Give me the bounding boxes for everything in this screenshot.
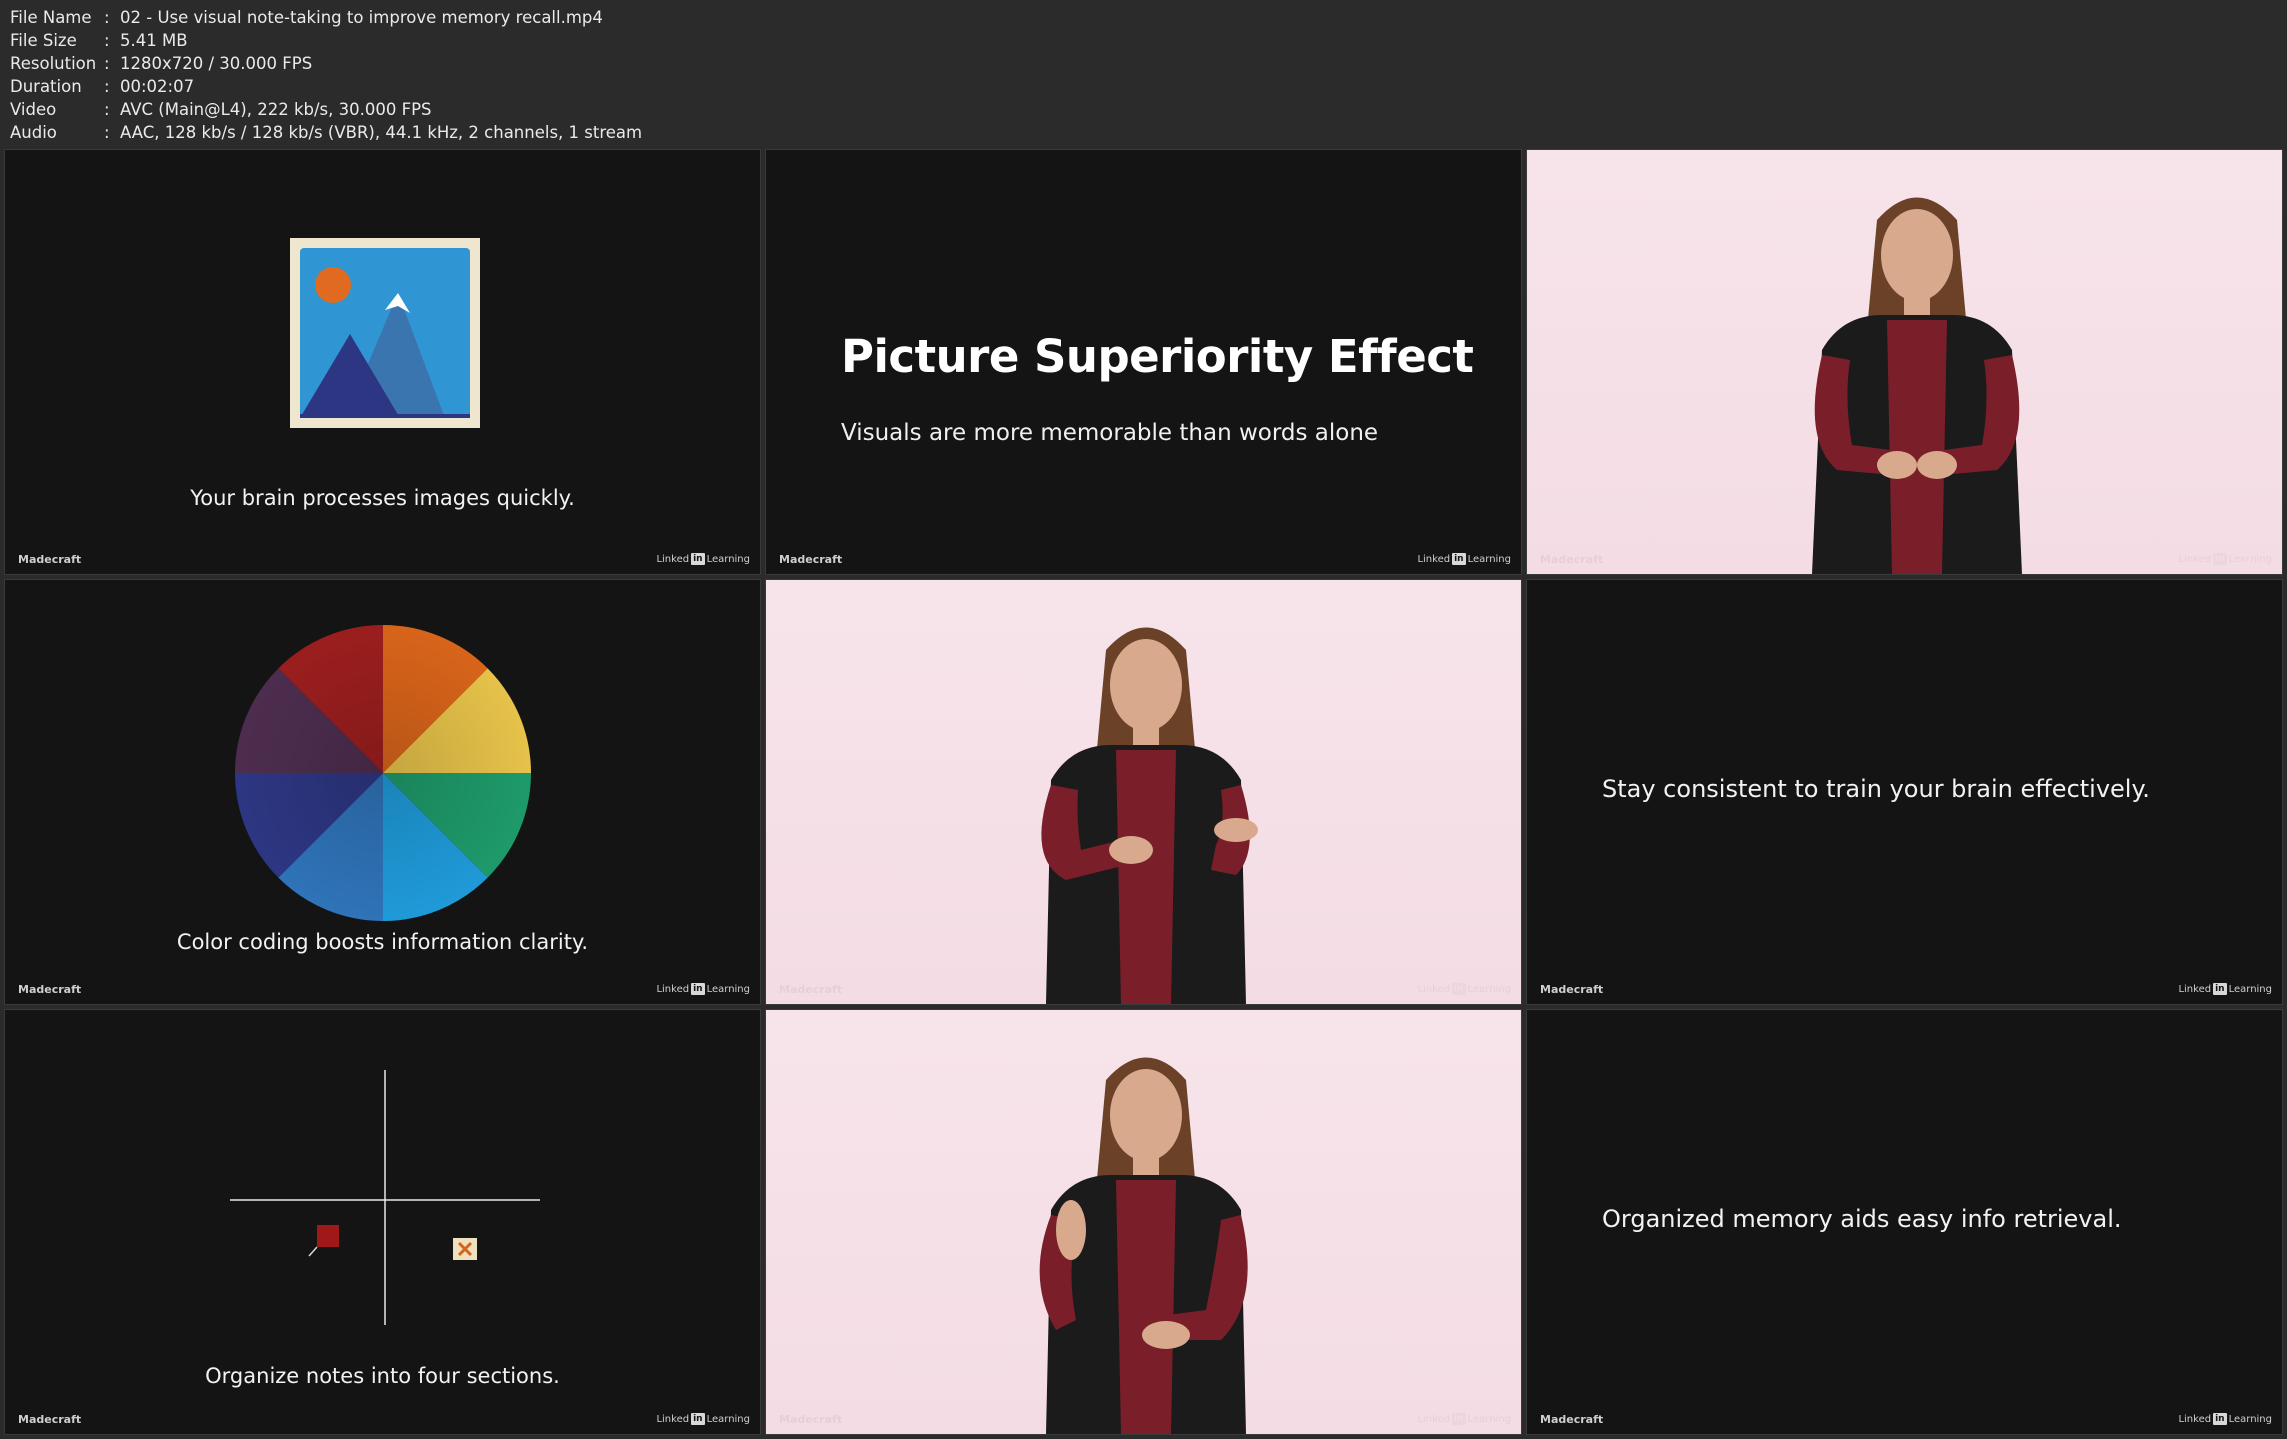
logo-in: in <box>2213 1413 2227 1425</box>
thumbnail-8[interactable]: Madecraft Linked in Learning <box>765 1009 1522 1435</box>
logo-in: in <box>2213 553 2227 565</box>
thumbnail-4[interactable]: Color coding boosts information clarity.… <box>4 579 761 1005</box>
slide-title: Picture Superiority Effect <box>841 330 1474 383</box>
logo-in: in <box>691 553 705 565</box>
madecraft-logo: Madecraft <box>779 1413 843 1426</box>
meta-row-audio: Audio : AAC, 128 kb/s / 128 kb/s (VBR), … <box>10 121 642 144</box>
logo-learning: Learning <box>2228 1413 2272 1425</box>
logo-learning: Learning <box>1467 1413 1511 1425</box>
madecraft-logo: Madecraft <box>779 553 843 566</box>
linkedin-learning-logo: Linked in Learning <box>1417 983 1511 995</box>
presenter-figure <box>1041 627 1258 1004</box>
logo-linked: Linked <box>656 1413 690 1425</box>
logo-linked: Linked <box>656 983 690 995</box>
thumbnail-7[interactable]: Organize notes into four sections. Madec… <box>4 1009 761 1435</box>
logo-learning: Learning <box>706 1413 750 1425</box>
logo-in: in <box>1452 553 1466 565</box>
logo-linked: Linked <box>2178 1413 2212 1425</box>
logo-linked: Linked <box>1417 553 1451 565</box>
logo-in: in <box>691 983 705 995</box>
thumbnail-9[interactable]: Organized memory aids easy info retrieva… <box>1526 1009 2283 1435</box>
meta-value: 5.41 MB <box>120 31 188 50</box>
madecraft-logo: Madecraft <box>1540 1413 1604 1426</box>
linkedin-learning-logo: Linked in Learning <box>1417 1413 1511 1425</box>
madecraft-logo: Madecraft <box>18 983 82 996</box>
file-info-header: File Name : 02 - Use visual note-taking … <box>10 6 642 144</box>
meta-value: AAC, 128 kb/s / 128 kb/s (VBR), 44.1 kHz… <box>120 123 643 142</box>
logo-linked: Linked <box>1417 983 1451 995</box>
madecraft-logo: Madecraft <box>18 553 82 566</box>
caption: Color coding boosts information clarity. <box>176 930 589 954</box>
logo-learning: Learning <box>2228 983 2272 995</box>
presenter-figure <box>1039 1057 1248 1434</box>
meta-key: Resolution <box>10 54 97 73</box>
madecraft-logo: Madecraft <box>1540 983 1604 996</box>
madecraft-logo: Madecraft <box>779 983 843 996</box>
logo-learning: Learning <box>1467 553 1511 565</box>
logo-in: in <box>1452 983 1466 995</box>
color-wheel-icon <box>235 625 531 921</box>
caption: Stay consistent to train your brain effe… <box>1602 775 2150 803</box>
meta-key: File Name <box>10 8 92 27</box>
madecraft-logo: Madecraft <box>1540 553 1604 566</box>
linkedin-learning-logo: Linked in Learning <box>656 983 750 995</box>
presenter-figure <box>1812 197 2022 574</box>
meta-key: Duration <box>10 77 82 96</box>
caption: Organized memory aids easy info retrieva… <box>1602 1205 2122 1233</box>
meta-separator: : <box>104 100 110 119</box>
madecraft-logo: Madecraft <box>18 1413 82 1426</box>
logo-learning: Learning <box>1467 983 1511 995</box>
logo-learning: Learning <box>2228 553 2272 565</box>
meta-key: File Size <box>10 31 77 50</box>
linkedin-learning-logo: Linked in Learning <box>2178 553 2272 565</box>
meta-row-duration: Duration : 00:02:07 <box>10 75 642 98</box>
meta-row-resolution: Resolution : 1280x720 / 30.000 FPS <box>10 52 642 75</box>
linkedin-learning-logo: Linked in Learning <box>2178 1413 2272 1425</box>
meta-key: Video <box>10 100 57 119</box>
meta-separator: : <box>104 8 110 27</box>
thumbnail-6[interactable]: Stay consistent to train your brain effe… <box>1526 579 2283 1005</box>
logo-linked: Linked <box>656 553 690 565</box>
meta-separator: : <box>104 54 110 73</box>
logo-in: in <box>691 1413 705 1425</box>
logo-linked: Linked <box>2178 553 2212 565</box>
thumbnail-3[interactable]: Madecraft Linked in Learning <box>1526 149 2283 575</box>
caption: Organize notes into four sections. <box>205 1364 560 1388</box>
logo-in: in <box>2213 983 2227 995</box>
meta-separator: : <box>104 77 110 96</box>
logo-linked: Linked <box>1417 1413 1451 1425</box>
meta-separator: : <box>104 123 110 142</box>
meta-separator: : <box>104 31 110 50</box>
linkedin-learning-logo: Linked in Learning <box>2178 983 2272 995</box>
thumbnail-1[interactable]: Your brain processes images quickly. Mad… <box>4 149 761 575</box>
meta-value: 00:02:07 <box>120 77 195 96</box>
meta-value: AVC (Main@L4), 222 kb/s, 30.000 FPS <box>120 100 432 119</box>
meta-row-video: Video : AVC (Main@L4), 222 kb/s, 30.000 … <box>10 98 642 121</box>
landscape-image-icon <box>290 238 480 428</box>
thumbnail-5[interactable]: Madecraft Linked in Learning <box>765 579 1522 1005</box>
linkedin-learning-logo: Linked in Learning <box>1417 553 1511 565</box>
linkedin-learning-logo: Linked in Learning <box>656 553 750 565</box>
thumbnail-2[interactable]: Picture Superiority Effect Visuals are m… <box>765 149 1522 575</box>
caption: Your brain processes images quickly. <box>190 486 575 510</box>
quadrant-diagram <box>230 1070 540 1325</box>
meta-key: Audio <box>10 123 57 142</box>
logo-in: in <box>1452 1413 1466 1425</box>
linkedin-learning-logo: Linked in Learning <box>656 1413 750 1425</box>
meta-value: 1280x720 / 30.000 FPS <box>120 54 313 73</box>
slide-subtitle: Visuals are more memorable than words al… <box>841 420 1379 446</box>
thumbnail-grid: Your brain processes images quickly. Mad… <box>4 149 2283 1435</box>
meta-row-file-name: File Name : 02 - Use visual note-taking … <box>10 6 642 29</box>
meta-row-file-size: File Size : 5.41 MB <box>10 29 642 52</box>
logo-learning: Learning <box>706 983 750 995</box>
logo-linked: Linked <box>2178 983 2212 995</box>
logo-learning: Learning <box>706 553 750 565</box>
meta-value: 02 - Use visual note-taking to improve m… <box>120 8 603 27</box>
